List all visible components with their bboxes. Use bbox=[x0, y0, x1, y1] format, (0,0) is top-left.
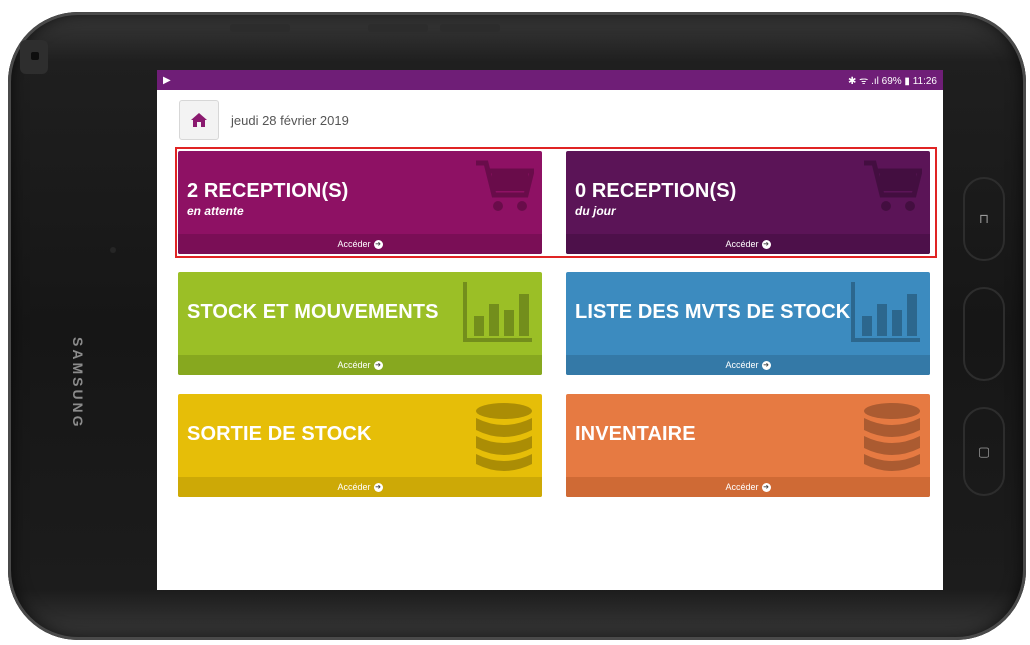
brand-logo: SAMSUNG bbox=[70, 337, 86, 430]
bar-chart-icon bbox=[851, 282, 920, 342]
access-label: Accéder bbox=[337, 239, 371, 249]
database-icon bbox=[476, 403, 532, 471]
tile-title: SORTIE DE STOCK bbox=[187, 423, 372, 445]
arrow-right-icon: ➜ bbox=[373, 360, 383, 370]
current-date: jeudi 28 février 2019 bbox=[231, 112, 349, 128]
database-icon bbox=[864, 403, 920, 471]
home-icon bbox=[191, 113, 207, 127]
home-key[interactable] bbox=[963, 287, 1005, 381]
tile-subtitle: en attente bbox=[187, 204, 244, 218]
tile-receptions-today[interactable]: 0 RECEPTION(S) du jour Accéder ➜ bbox=[566, 151, 930, 254]
tile-title: INVENTAIRE bbox=[575, 423, 696, 445]
tile-footer-link[interactable]: Accéder ➜ bbox=[566, 234, 930, 254]
tile-title: LISTE DES MVTS DE STOCK bbox=[575, 301, 851, 323]
access-label: Accéder bbox=[725, 482, 759, 492]
recent-apps-key[interactable]: ⊓ bbox=[963, 177, 1005, 261]
screen: ▶ ✱ ᯤ .ıl 69% ▮ 11:26 jeudi 28 février 2… bbox=[157, 70, 943, 590]
access-label: Accéder bbox=[337, 360, 371, 370]
header: jeudi 28 février 2019 bbox=[179, 100, 349, 140]
pen-slot bbox=[31, 52, 39, 60]
tile-stock-movement-list[interactable]: LISTE DES MVTS DE STOCK Accéder ➜ bbox=[566, 272, 930, 375]
access-label: Accéder bbox=[337, 482, 371, 492]
home-button[interactable] bbox=[179, 100, 219, 140]
tile-subtitle: du jour bbox=[575, 204, 616, 218]
tile-title: 0 RECEPTION(S) bbox=[575, 180, 737, 202]
back-key[interactable]: ▢ bbox=[963, 407, 1005, 496]
tile-title: STOCK ET MOUVEMENTS bbox=[187, 301, 439, 323]
tile-stock-movements[interactable]: STOCK ET MOUVEMENTS Accéder ➜ bbox=[178, 272, 542, 375]
tile-receptions-pending[interactable]: 2 RECEPTION(S) en attente Accéder ➜ bbox=[178, 151, 542, 254]
tile-footer-link[interactable]: Accéder ➜ bbox=[178, 477, 542, 497]
tile-footer-link[interactable]: Accéder ➜ bbox=[178, 234, 542, 254]
status-indicators: ✱ ᯤ .ıl 69% ▮ 11:26 bbox=[848, 76, 937, 87]
arrow-right-icon: ➜ bbox=[761, 360, 771, 370]
volume-down-button bbox=[440, 24, 500, 32]
power-button bbox=[230, 24, 290, 32]
access-label: Accéder bbox=[725, 360, 759, 370]
tile-footer-link[interactable]: Accéder ➜ bbox=[178, 355, 542, 375]
tile-inventory[interactable]: INVENTAIRE Accéder ➜ bbox=[566, 394, 930, 497]
tile-footer-link[interactable]: Accéder ➜ bbox=[566, 477, 930, 497]
front-camera bbox=[110, 247, 116, 253]
arrow-right-icon: ➜ bbox=[373, 239, 383, 249]
arrow-right-icon: ➜ bbox=[761, 239, 771, 249]
status-bar: ▶ ✱ ᯤ .ıl 69% ▮ 11:26 bbox=[157, 70, 943, 90]
bar-chart-icon bbox=[463, 282, 532, 342]
arrow-right-icon: ➜ bbox=[373, 482, 383, 492]
play-icon: ▶ bbox=[163, 74, 171, 86]
volume-up-button bbox=[368, 24, 428, 32]
cart-icon bbox=[476, 160, 534, 211]
tile-stock-exit[interactable]: SORTIE DE STOCK Accéder ➜ bbox=[178, 394, 542, 497]
tile-title: 2 RECEPTION(S) bbox=[187, 180, 349, 202]
cart-icon bbox=[864, 160, 922, 211]
access-label: Accéder bbox=[725, 239, 759, 249]
tile-footer-link[interactable]: Accéder ➜ bbox=[566, 355, 930, 375]
arrow-right-icon: ➜ bbox=[761, 482, 771, 492]
